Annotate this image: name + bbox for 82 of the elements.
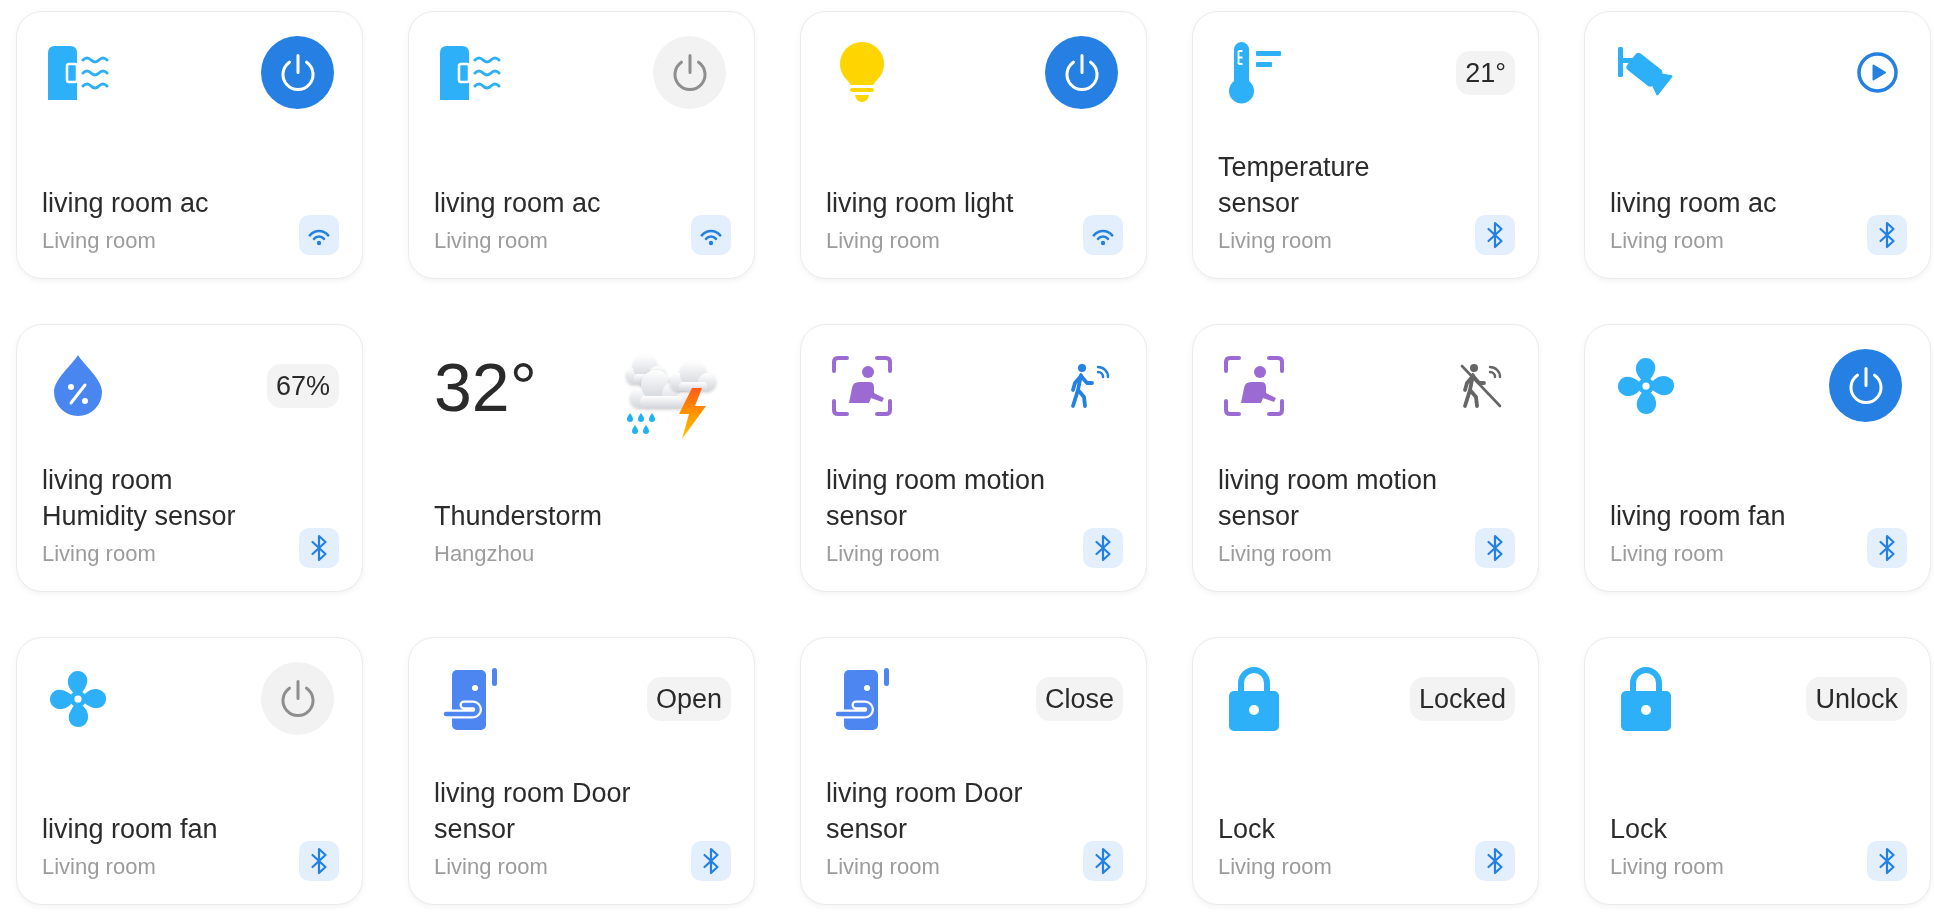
device-name: living room motion sensor: [826, 464, 1047, 533]
person-frame-icon: [1224, 355, 1284, 416]
bluetooth-icon: [1475, 841, 1515, 881]
status-pill: Close: [1035, 676, 1123, 721]
room-label: Living room: [42, 540, 157, 568]
bluetooth-icon: [299, 841, 339, 881]
bluetooth-icon: [1867, 215, 1907, 255]
device-card[interactable]: 21° Temperature sensor Living room: [1192, 11, 1539, 279]
room-label: Living room: [1218, 853, 1332, 881]
device-name: living room ac: [434, 187, 601, 220]
bluetooth-icon: [299, 528, 339, 568]
device-card[interactable]: living room light Living room: [800, 11, 1147, 279]
status-pill: 67%: [266, 363, 339, 408]
device-name: living room ac: [42, 187, 209, 220]
device-name: living room ac: [1610, 187, 1777, 220]
room-label: Living room: [42, 227, 157, 255]
power-icon: [1064, 54, 1099, 91]
room-label: Living room: [1218, 540, 1333, 568]
thermometer-icon: [1226, 41, 1282, 104]
bluetooth-icon: [1867, 841, 1907, 881]
room-label: Living room: [1610, 853, 1724, 881]
device-card[interactable]: living room motion sensor Living room: [1192, 324, 1539, 592]
padlock-icon: [1229, 666, 1279, 731]
device-card[interactable]: living room ac Living room: [1584, 11, 1931, 279]
device-name: living room light: [826, 187, 1014, 220]
wifi-icon: [1083, 215, 1123, 255]
device-card[interactable]: Close living room Door sensor Living room: [800, 637, 1147, 905]
device-card[interactable]: Locked Lock Living room: [1192, 637, 1539, 905]
weather-condition: Thunderstorm: [434, 500, 603, 533]
device-card[interactable]: Unlock Lock Living room: [1584, 637, 1931, 905]
water-drop-icon: [54, 355, 102, 416]
power-icon: [672, 54, 707, 91]
device-name: living room Door sensor: [434, 777, 632, 846]
room-label: Living room: [1610, 540, 1725, 568]
status-pill: Unlock: [1806, 676, 1907, 721]
room-label: Living room: [826, 853, 941, 881]
device-card[interactable]: living room ac Living room: [16, 11, 363, 279]
status-pill: Locked: [1409, 676, 1515, 721]
room-label: Living room: [1218, 227, 1333, 255]
power-icon: [280, 54, 315, 91]
wifi-icon: [299, 215, 339, 255]
device-name: Temperature sensor: [1218, 151, 1371, 220]
door-handle-icon: [441, 667, 499, 730]
device-card[interactable]: living room fan Living room: [1584, 324, 1931, 592]
bluetooth-icon: [1475, 528, 1515, 568]
door-handle-icon: [833, 667, 891, 730]
room-label: Living room: [42, 853, 157, 881]
device-card[interactable]: 67% living room Humidity sensor Living room: [16, 324, 363, 592]
device-card[interactable]: living room ac Living room: [408, 11, 755, 279]
bluetooth-icon: [1867, 528, 1907, 568]
person-frame-icon: [832, 355, 892, 416]
device-name: living room motion sensor: [1218, 464, 1439, 533]
wifi-icon: [691, 215, 731, 255]
play-icon[interactable]: [1857, 52, 1898, 93]
device-name: living room fan: [1610, 500, 1786, 533]
power-icon: [1848, 367, 1883, 404]
status-pill: 21°: [1456, 50, 1515, 95]
device-name: Lock: [1218, 813, 1277, 846]
power-icon: [280, 680, 315, 717]
device-name: living room fan: [42, 813, 218, 846]
air-conditioner-icon: [47, 45, 109, 100]
room-label: Living room: [826, 227, 941, 255]
light-bulb-icon: [839, 41, 885, 104]
device-name: Lock: [1610, 813, 1669, 846]
city-label: Hangzhou: [434, 540, 536, 568]
device-name: living room Humidity sensor: [42, 464, 237, 533]
status-pill: Open: [646, 676, 731, 721]
room-label: Living room: [826, 540, 941, 568]
device-card[interactable]: living room fan Living room: [16, 637, 363, 905]
temperature-value: 32°: [434, 347, 537, 424]
device-name: living room Door sensor: [826, 777, 1024, 846]
device-card[interactable]: Open living room Door sensor Living room: [408, 637, 755, 905]
room-label: Living room: [434, 853, 549, 881]
bluetooth-icon: [691, 841, 731, 881]
padlock-icon: [1621, 666, 1671, 731]
device-card[interactable]: living room motion sensor Living room: [800, 324, 1147, 592]
room-label: Living room: [1610, 227, 1725, 255]
bluetooth-icon: [1475, 215, 1515, 255]
room-label: Living room: [434, 227, 549, 255]
air-conditioner-icon: [439, 45, 501, 100]
bluetooth-icon: [1083, 528, 1123, 568]
bluetooth-icon: [1083, 841, 1123, 881]
